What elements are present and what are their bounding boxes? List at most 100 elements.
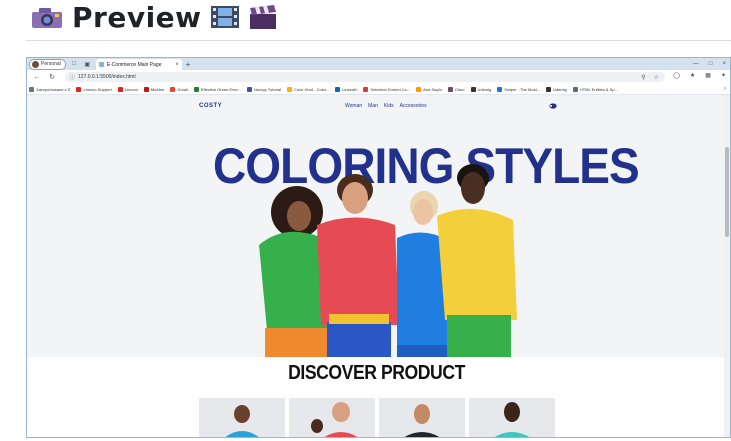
website-viewport: COSTY Woman Man Kids Accessories COLORING S… <box>27 95 726 438</box>
bookmark-item[interactable]: LinkedIn <box>335 86 358 92</box>
bookmark-label: Gmail <box>177 86 188 92</box>
favorites-icon[interactable]: ★ <box>690 72 695 79</box>
page-scrollbar[interactable] <box>724 95 730 437</box>
tab-ecommerce[interactable]: E-Commerce Main Page × <box>95 59 182 70</box>
tab-strip: Personal □ ▣ E-Commerce Main Page × + — … <box>27 58 730 70</box>
new-tab-button[interactable]: + <box>186 60 191 69</box>
hero-models-image <box>259 164 517 357</box>
menu-item-woman[interactable]: Woman <box>345 103 362 109</box>
bookmark-favicon-icon <box>286 86 292 92</box>
bookmark-favicon-icon <box>546 86 552 92</box>
minimize-icon[interactable]: — <box>693 61 699 67</box>
bookmark-favicon-icon <box>470 86 476 92</box>
bookmark-label: Zaimportowane z E <box>36 86 71 92</box>
profile-button[interactable]: Personal <box>29 58 66 70</box>
scrollbar-thumb[interactable] <box>725 147 729 237</box>
camera-icon <box>32 8 62 28</box>
bookmark-label: Odoo <box>454 86 465 92</box>
bookmark-item[interactable]: Color Hunt - Color... <box>286 86 330 92</box>
bookmark-label: Swiper - The Most... <box>504 86 541 92</box>
bookmarks-bar: Zaimportowane z E Lenovo Support Lenovo McA… <box>27 84 730 95</box>
bookmark-label: Lenovo Support <box>83 86 112 92</box>
bookmark-item[interactable]: Effective Green Ener... <box>193 86 242 92</box>
bookmark-label: Udemig <box>477 86 492 92</box>
bookmark-favicon-icon <box>335 86 341 92</box>
bookmark-item[interactable]: Udemig <box>470 86 492 92</box>
bookmark-item[interactable]: Ana Sayfa <box>416 86 442 92</box>
bookmark-item[interactable]: McAfee <box>143 86 165 92</box>
maximize-icon[interactable]: □ <box>709 61 713 67</box>
close-tab-icon[interactable]: × <box>175 62 179 68</box>
bookmark-favicon-icon <box>117 86 123 92</box>
extension-icon[interactable]: ◯ <box>673 72 680 79</box>
zoom-icon[interactable]: ⚲ <box>641 74 645 81</box>
menu-item-man[interactable]: Man <box>368 103 378 109</box>
bookmark-item[interactable]: Gmail <box>170 86 188 92</box>
close-window-icon[interactable]: × <box>722 61 726 67</box>
bookmark-item[interactable]: Lenovo <box>117 86 138 92</box>
avatar <box>32 60 39 68</box>
bookmark-favicon-icon <box>447 86 453 92</box>
product-card[interactable] <box>199 398 285 438</box>
bookmark-favicon-icon <box>143 86 149 92</box>
bookmark-label: Effective Green Ener... <box>200 86 242 92</box>
section-title: DISCOVER PRODUCT <box>288 362 465 384</box>
back-icon[interactable]: ← <box>32 74 42 81</box>
bookmark-label: Color Hunt - Color... <box>293 86 330 92</box>
bookmark-label: HTML Entities & Sp... <box>579 86 618 92</box>
bookmarks-overflow-icon[interactable]: › <box>724 86 726 92</box>
site-logo[interactable]: COSTY <box>199 103 222 109</box>
film-frames-icon <box>210 6 239 28</box>
bookmark-label: Lenovo <box>124 86 138 92</box>
bookmark-favicon-icon <box>416 86 422 92</box>
menu-item-kids[interactable]: Kids <box>384 103 394 109</box>
copilot-icon[interactable]: ✦ <box>721 72 726 79</box>
site-navbar: COSTY Woman Man Kids Accessories <box>27 103 726 115</box>
product-card[interactable] <box>379 398 465 438</box>
bookmark-label: Udemig <box>553 86 567 92</box>
bookmark-item[interactable]: Zaimportowane z E <box>29 86 71 92</box>
bookmark-label: LinkedIn <box>342 86 358 92</box>
site-menu: Woman Man Kids Accessories <box>345 103 427 109</box>
clapperboard-icon <box>249 5 276 29</box>
favorite-star-icon[interactable]: ☆ <box>654 74 659 81</box>
bookmark-favicon-icon <box>247 86 253 92</box>
bookmark-item[interactable]: Numpy Tutorial <box>247 86 281 92</box>
site-info-icon[interactable]: ⓘ <box>70 74 75 81</box>
bookmark-label: McAfee <box>150 86 165 92</box>
bookmark-label: Numpy Tutorial <box>254 86 281 92</box>
address-bar: ← ↻ ⓘ 127.0.0.1:5500/index.html ⚲ ☆ ◯ ★ … <box>27 70 730 84</box>
heading-divider <box>26 40 731 41</box>
browser-window: Personal □ ▣ E-Commerce Main Page × + — … <box>26 57 731 438</box>
bookmark-favicon-icon <box>76 86 82 92</box>
page-title: Preview <box>72 0 202 34</box>
bookmark-item[interactable]: Lenovo Support <box>76 86 112 92</box>
product-grid <box>199 398 555 438</box>
profile-label: Personal <box>41 61 61 67</box>
tab-title: E-Commerce Main Page <box>106 61 162 68</box>
window-controls: — □ × <box>693 58 726 70</box>
bookmark-item[interactable]: HTML Entities & Sp... <box>572 86 618 92</box>
product-card[interactable] <box>469 398 555 438</box>
bookmark-favicon-icon <box>193 86 199 92</box>
bookmark-label: Selection Embed Co... <box>370 86 411 92</box>
product-card[interactable] <box>289 398 375 438</box>
tab-actions-icon[interactable]: ▣ <box>83 60 92 69</box>
bookmark-favicon-icon <box>170 86 176 92</box>
collections-icon[interactable]: ▦ <box>705 72 711 79</box>
menu-item-accessories[interactable]: Accessories <box>400 103 427 109</box>
workspaces-icon[interactable]: □ <box>70 60 79 69</box>
bookmark-label: Ana Sayfa <box>423 86 442 92</box>
bookmark-item[interactable]: Odoo <box>447 86 465 92</box>
url-text: 127.0.0.1:5500/index.html <box>78 74 136 80</box>
bookmark-favicon-icon <box>363 86 369 92</box>
bookmark-favicon-icon <box>29 86 34 92</box>
bookmark-item[interactable]: Selection Embed Co... <box>363 86 411 92</box>
cart-icon[interactable] <box>549 103 557 109</box>
url-input[interactable]: ⓘ 127.0.0.1:5500/index.html ⚲ ☆ <box>65 72 665 82</box>
bookmark-item[interactable]: Swiper - The Most... <box>497 86 541 92</box>
bookmark-favicon-icon <box>497 86 503 92</box>
bookmark-item[interactable]: Udemig <box>546 86 567 92</box>
reload-icon[interactable]: ↻ <box>47 73 57 81</box>
preview-heading: Preview <box>30 0 278 34</box>
